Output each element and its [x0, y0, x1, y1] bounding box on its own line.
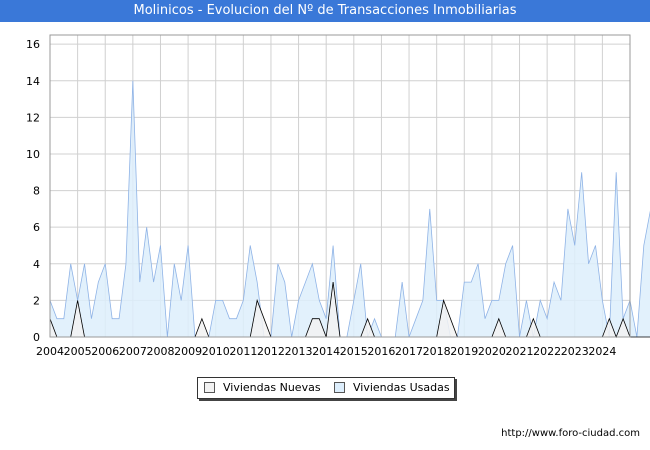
x-tick-label: 2021 — [506, 345, 534, 358]
legend-label-usadas: Viviendas Usadas — [353, 381, 450, 394]
y-tick-label: 12 — [26, 111, 40, 124]
chart-area: 02468101214162004 2005 2006 2007 2008 2009 201… — [26, 34, 650, 358]
x-tick-label: 2015 — [340, 345, 368, 358]
chart-title: Molinicos - Evolucion del Nº de Transacc… — [133, 3, 517, 18]
x-tick-label: 2007 — [119, 345, 147, 358]
x-tick-label: 2017 — [395, 345, 423, 358]
legend-label-nuevas: Viviendas Nuevas — [223, 381, 321, 394]
x-tick-label: 2022 — [533, 345, 561, 358]
y-tick-label: 16 — [26, 38, 40, 51]
x-tick-label: 2011 — [229, 345, 257, 358]
x-tick-label: 2020 — [478, 345, 506, 358]
x-tick-label: 2009 — [174, 345, 202, 358]
y-tick-label: 8 — [33, 185, 40, 198]
x-tick-label: 2012 — [257, 345, 285, 358]
x-tick-label: 2018 — [423, 345, 451, 358]
legend-item-nuevas: Viviendas Nuevas — [204, 381, 321, 395]
x-tick-label: 2019 — [450, 345, 478, 358]
x-tick-label: 2013 — [285, 345, 313, 358]
legend-swatch-usadas — [334, 381, 345, 393]
x-tick-label: 2010 — [202, 345, 230, 358]
x-tick-label: 2004 — [36, 345, 64, 358]
y-tick-label: 6 — [33, 221, 40, 234]
source-url: http://www.foro-ciudad.com — [501, 428, 640, 439]
x-tick-label: 2008 — [146, 345, 174, 358]
legend-item-usadas: Viviendas Usadas — [334, 381, 450, 395]
y-tick-label: 2 — [33, 294, 40, 307]
x-tick-label: 2005 — [64, 345, 92, 358]
x-tick-label: 2024 — [588, 345, 616, 358]
title-bar: Molinicos - Evolucion del Nº de Transacc… — [0, 0, 650, 22]
y-tick-label: 14 — [26, 75, 40, 88]
y-tick-label: 4 — [33, 258, 40, 271]
x-tick-label: 2006 — [91, 345, 119, 358]
x-tick-label: 2016 — [367, 345, 395, 358]
x-tick-label: 2023 — [561, 345, 589, 358]
x-tick-label: 2014 — [312, 345, 340, 358]
y-tick-label: 10 — [26, 148, 40, 161]
legend: Viviendas Nuevas Viviendas Usadas — [197, 377, 455, 399]
legend-swatch-nuevas — [204, 381, 215, 393]
y-tick-label: 0 — [33, 331, 40, 344]
